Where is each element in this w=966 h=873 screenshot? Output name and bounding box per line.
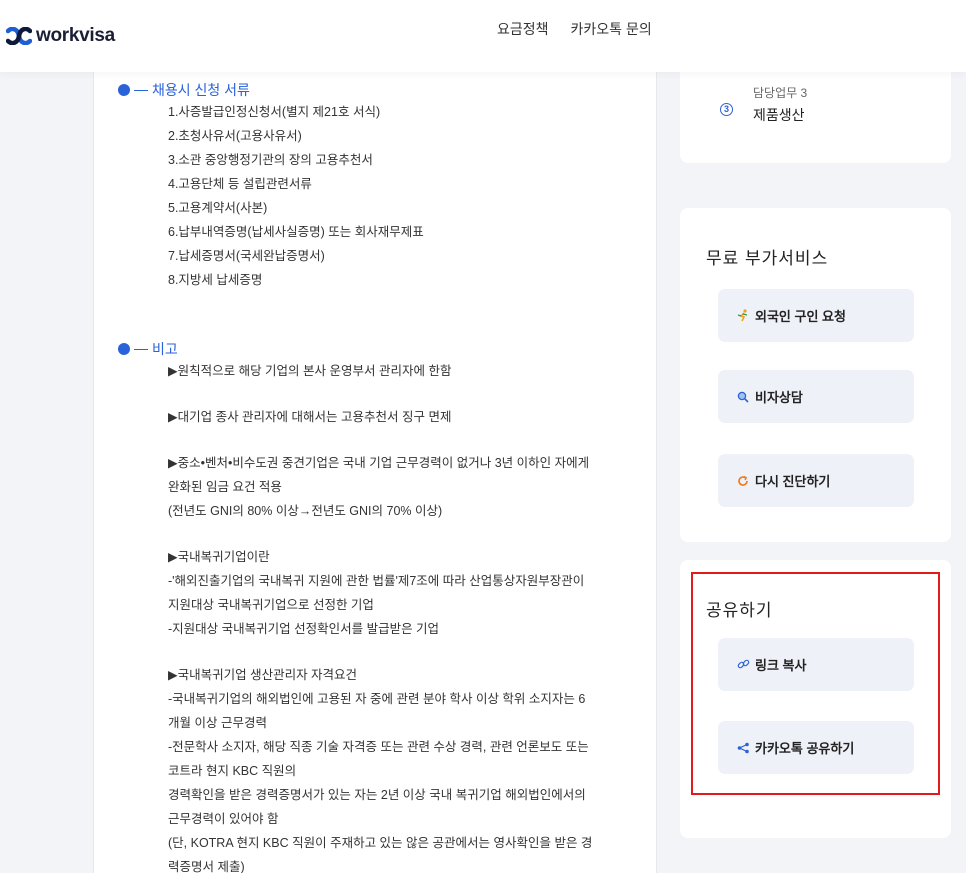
remarks-title: 비고 <box>152 341 178 357</box>
visa-consult-button[interactable]: 비자상담 <box>718 370 914 423</box>
top-header: workvisa 요금정책 카카오톡 문의 <box>0 0 966 72</box>
documents-section: 채용시 신청 서류 1.사증발급인정신청서(별지 제21호 서식) 2.초청사유… <box>118 80 424 292</box>
logo[interactable]: workvisa <box>6 25 115 47</box>
remark-line: 경력확인을 받은 경력증명서가 있는 자는 2년 이상 국내 복귀기업 해외법인… <box>168 788 586 802</box>
documents-heading: 채용시 신청 서류 <box>118 80 424 100</box>
remark-line <box>168 383 592 405</box>
dash-line <box>134 348 148 350</box>
remark-line: -전문학사 소지자, 해당 직종 기술 자격증 또는 관련 수상 경력, 관련 … <box>168 740 589 754</box>
list-item: 6.납부내역증명(납세사실증명) 또는 회사재무제표 <box>168 225 424 239</box>
remark-line: 지원대상 국내복귀기업으로 선정한 기업 <box>168 598 374 612</box>
nav-pricing-link[interactable]: 요금정책 <box>497 19 549 39</box>
remark-line: ▶중소•벤처•비수도권 중견기업은 국내 기업 근무경력이 없거나 3년 이하인… <box>168 456 590 470</box>
list-item: 3.소관 중앙행정기관의 장의 고용추천서 <box>168 153 373 167</box>
remark-line: ▶원칙적으로 해당 기업의 본사 운영부서 관리자에 한함 <box>168 364 452 378</box>
refresh-icon <box>736 475 750 487</box>
free-services-title: 무료 부가서비스 <box>706 249 829 268</box>
duty-label: 담당업무 3 <box>753 86 808 100</box>
foreign-worker-request-button[interactable]: 외국인 구인 요청 <box>718 289 914 342</box>
remark-line: -지원대상 국내복귀기업 선정확인서를 발급받은 기업 <box>168 622 440 636</box>
remark-line: 완화된 임금 요건 적용 <box>168 480 282 494</box>
logo-text: workvisa <box>36 25 115 46</box>
remark-line: -국내복귀기업의 해외법인에 고용된 자 중에 관련 분야 학사 이상 학위 소… <box>168 692 586 706</box>
remark-line: 개월 이상 근무경력 <box>168 716 267 730</box>
bullet-dot-icon <box>118 84 130 96</box>
remarks-text: ▶원칙적으로 해당 기업의 본사 운영부서 관리자에 한함 ▶대기업 종사 관리… <box>168 359 592 873</box>
dash-line <box>134 89 148 91</box>
remark-line: (전년도 GNI의 80% 이상→전년도 GNI의 70% 이상) <box>168 504 443 518</box>
top-nav: 요금정책 카카오톡 문의 <box>497 19 652 39</box>
duty-value: 제품생산 <box>753 107 805 123</box>
remark-line <box>168 523 592 545</box>
remark-line: 근무경력이 있어야 함 <box>168 812 279 826</box>
list-item: 7.납세증명서(국세완납증명서) <box>168 249 325 263</box>
bullet-dot-icon <box>118 343 130 355</box>
share-highlight-box <box>691 572 940 795</box>
list-item: 8.지방세 납세증명 <box>168 273 263 287</box>
remark-line: 력증명서 제출) <box>168 860 245 873</box>
remarks-heading: 비고 <box>118 339 592 359</box>
button-label: 외국인 구인 요청 <box>755 309 846 324</box>
nav-kakao-inquiry-link[interactable]: 카카오톡 문의 <box>571 19 652 39</box>
remark-line <box>168 641 592 663</box>
list-item: 2.초청사유서(고용사유서) <box>168 129 302 143</box>
remark-line: ▶국내복귀기업이란 <box>168 550 270 564</box>
remark-line: 코트라 현지 KBC 직원의 <box>168 764 297 778</box>
remark-line: (단, KOTRA 현지 KBC 직원이 주재하고 있는 않은 공관에서는 영사… <box>168 836 593 850</box>
running-person-icon <box>736 309 750 322</box>
remark-line: ▶대기업 종사 관리자에 대해서는 고용추천서 징구 면제 <box>168 410 452 424</box>
button-label: 다시 진단하기 <box>755 474 831 489</box>
rediagnose-button[interactable]: 다시 진단하기 <box>718 454 914 507</box>
logo-mark-icon <box>6 27 32 45</box>
remark-line <box>168 429 592 451</box>
button-label: 비자상담 <box>755 390 803 405</box>
list-item: 1.사증발급인정신청서(별지 제21호 서식) <box>168 105 381 119</box>
list-item: 5.고용계약서(사본) <box>168 201 268 215</box>
remarks-section: 비고 ▶원칙적으로 해당 기업의 본사 운영부서 관리자에 한함 ▶대기업 종사… <box>118 339 592 873</box>
documents-list: 1.사증발급인정신청서(별지 제21호 서식) 2.초청사유서(고용사유서) 3… <box>168 100 424 292</box>
documents-title: 채용시 신청 서류 <box>152 82 250 98</box>
search-icon <box>736 391 750 403</box>
list-item: 4.고용단체 등 설립관련서류 <box>168 177 312 191</box>
remark-line: ▶국내복귀기업 생산관리자 자격요건 <box>168 668 358 682</box>
duty-number-badge: 3 <box>720 103 733 116</box>
remark-line: -'해외진출기업의 국내복귀 지원에 관한 법률'제7조에 따라 산업통상자원부… <box>168 574 585 588</box>
